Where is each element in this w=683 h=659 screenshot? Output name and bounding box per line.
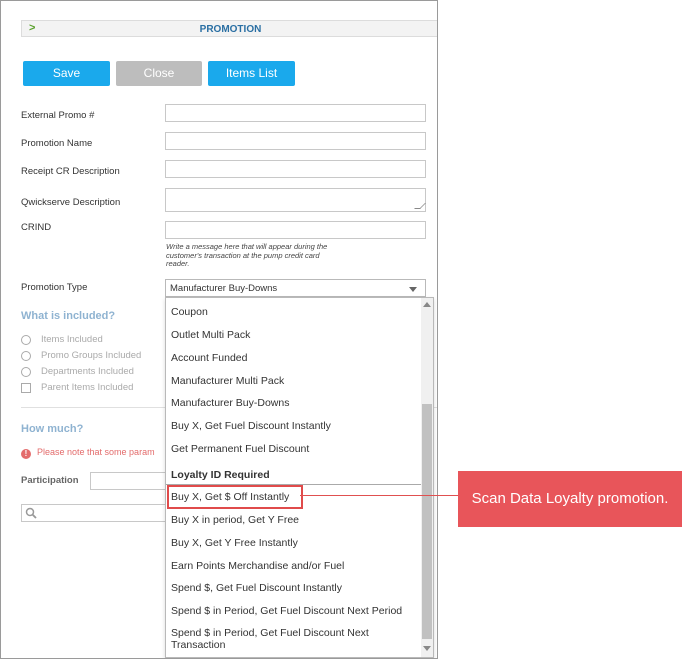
- warning-icon: !: [21, 449, 31, 459]
- dropdown-option[interactable]: Spend $ in Period, Get Fuel Discount Nex…: [166, 627, 396, 651]
- what-included-title: What is included?: [21, 310, 116, 322]
- dropdown-option[interactable]: Spend $, Get Fuel Discount Instantly: [166, 582, 421, 594]
- qwickserve-textarea[interactable]: [165, 188, 426, 212]
- scroll-thumb[interactable]: [422, 404, 432, 639]
- save-button[interactable]: Save: [23, 61, 110, 86]
- radio-button[interactable]: [21, 335, 31, 345]
- resize-grip-icon[interactable]: [414, 203, 426, 209]
- how-much-title: How much?: [21, 423, 84, 435]
- highlight-box: [167, 485, 303, 509]
- radio-button[interactable]: [21, 367, 31, 377]
- notice-text: Please note that some param: [37, 447, 155, 457]
- option-label: Departments Included: [41, 366, 134, 377]
- search-input[interactable]: [21, 504, 181, 522]
- dropdown-option[interactable]: Get Permanent Fuel Discount: [166, 443, 421, 455]
- dropdown-option[interactable]: Buy X, Get Fuel Discount Instantly: [166, 420, 421, 432]
- option-label: Parent Items Included: [41, 382, 134, 393]
- receipt-cr-label: Receipt CR Description: [21, 166, 120, 177]
- dropdown-option[interactable]: Manufacturer Multi Pack: [166, 375, 421, 387]
- checkbox[interactable]: [21, 383, 31, 393]
- dropdown-option[interactable]: Buy X in period, Get Y Free: [166, 514, 421, 526]
- scroll-up-icon[interactable]: [423, 302, 431, 307]
- page-title: PROMOTION: [199, 24, 262, 35]
- crind-helper-text: Write a message here that will appear du…: [166, 242, 328, 268]
- dropdown-option[interactable]: Spend $ in Period, Get Fuel Discount Nex…: [166, 605, 421, 617]
- crind-label: CRIND: [21, 222, 52, 233]
- items-list-button[interactable]: Items List: [208, 61, 295, 86]
- promotion-type-value: Manufacturer Buy-Downs: [170, 283, 278, 294]
- dropdown-option[interactable]: Manufacturer Buy-Downs: [166, 397, 421, 409]
- callout-annotation: Scan Data Loyalty promotion.: [458, 471, 682, 527]
- external-promo-label: External Promo #: [21, 110, 95, 121]
- option-label: Promo Groups Included: [41, 350, 142, 361]
- scroll-down-icon[interactable]: [423, 646, 431, 651]
- dropdown-option[interactable]: Account Funded: [166, 352, 421, 364]
- external-promo-input[interactable]: [165, 104, 426, 122]
- dropdown-group-label: Loyalty ID Required: [171, 469, 270, 481]
- qwickserve-label: Qwickserve Description: [21, 197, 121, 208]
- crind-input[interactable]: [165, 221, 426, 239]
- option-label: Items Included: [41, 334, 103, 345]
- promotion-type-dropdown[interactable]: Coupon Outlet Multi Pack Account Funded …: [165, 297, 434, 658]
- dropdown-option[interactable]: Earn Points Merchandise and/or Fuel: [166, 560, 421, 572]
- promotion-name-label: Promotion Name: [21, 138, 93, 149]
- callout-connector: [300, 495, 458, 496]
- dropdown-scrollbar[interactable]: [421, 298, 433, 657]
- close-button[interactable]: Close: [116, 61, 202, 86]
- warning-notice: ! Please note that some param: [21, 447, 155, 459]
- promotion-type-label: Promotion Type: [21, 282, 88, 293]
- promotion-header[interactable]: > PROMOTION: [21, 20, 437, 37]
- promotion-panel: > PROMOTION Save Close Items List Extern…: [0, 0, 438, 659]
- dropdown-option[interactable]: Outlet Multi Pack: [166, 329, 421, 341]
- search-icon: [25, 507, 37, 519]
- dropdown-option[interactable]: Coupon: [166, 306, 421, 318]
- chevron-down-icon[interactable]: [409, 287, 417, 292]
- dropdown-option[interactable]: Buy X, Get Y Free Instantly: [166, 537, 421, 549]
- radio-button[interactable]: [21, 351, 31, 361]
- receipt-cr-input[interactable]: [165, 160, 426, 178]
- promotion-name-input[interactable]: [165, 132, 426, 150]
- participation-label: Participation: [21, 475, 79, 486]
- promotion-type-select[interactable]: Manufacturer Buy-Downs: [165, 279, 426, 297]
